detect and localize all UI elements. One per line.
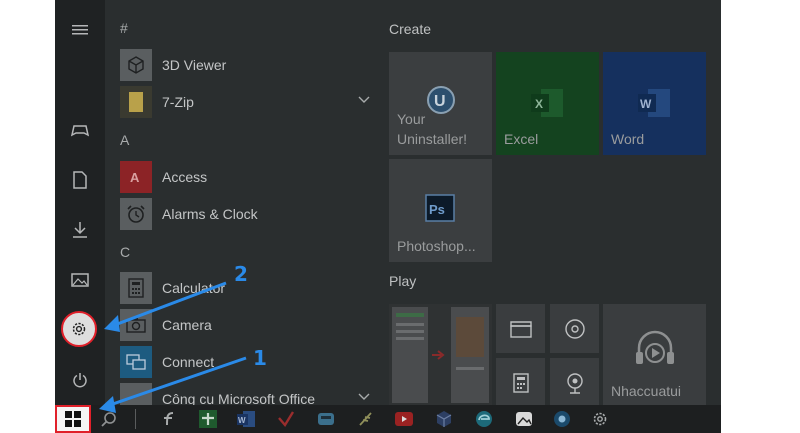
section-letter[interactable]: A xyxy=(120,132,129,148)
movies-icon xyxy=(509,320,532,338)
svg-text:Ps: Ps xyxy=(429,202,445,217)
app-label: Access xyxy=(162,169,208,185)
gamepad-icon[interactable] xyxy=(64,114,96,146)
calculator-icon xyxy=(512,372,529,393)
power-icon[interactable] xyxy=(64,364,96,396)
chevron-down-icon[interactable] xyxy=(358,96,370,104)
callout-number-1: 1 xyxy=(253,346,267,370)
green-cross-icon[interactable] xyxy=(198,409,218,429)
svg-text:A: A xyxy=(130,170,140,185)
section-letter[interactable]: # xyxy=(120,20,128,36)
calculator-icon xyxy=(120,272,152,304)
tile-nhaccuatui[interactable]: Nhaccuatui xyxy=(603,304,706,407)
chevron-down-icon[interactable] xyxy=(358,393,370,401)
edge-legacy-icon[interactable] xyxy=(316,409,336,429)
gear-icon xyxy=(72,322,86,336)
tile-label: Nhaccuatui xyxy=(611,383,682,399)
app-label: Connect xyxy=(162,354,215,370)
photos-icon[interactable] xyxy=(514,409,534,429)
taskbar-divider xyxy=(135,409,136,429)
arrow-right-icon xyxy=(432,350,445,360)
word-taskbar-icon[interactable]: W xyxy=(236,409,256,429)
hamburger-menu-icon[interactable] xyxy=(64,14,96,46)
webcam-icon xyxy=(566,372,583,394)
feather-icon[interactable] xyxy=(356,409,376,429)
tile-label: Your Uninstaller! xyxy=(397,111,468,147)
tile-your-uninstaller[interactable]: U Your Uninstaller! xyxy=(389,52,492,155)
windows-logo-icon xyxy=(65,411,81,427)
pictures-icon[interactable] xyxy=(64,264,96,296)
camera-icon xyxy=(120,309,152,341)
phone-preview-left xyxy=(392,307,428,403)
create-group-title[interactable]: Create xyxy=(389,21,431,37)
svg-text:U: U xyxy=(434,93,446,110)
documents-icon[interactable] xyxy=(64,164,96,196)
play-group-title[interactable]: Play xyxy=(389,273,416,289)
groove-icon xyxy=(564,318,585,339)
cube-icon[interactable] xyxy=(434,409,454,429)
word-icon: W xyxy=(638,89,670,117)
tile-label: Excel xyxy=(504,131,539,147)
access-icon: A xyxy=(120,161,152,193)
start-menu-screen: # 3D Viewer 7-Zip A A Access Alarms & Cl… xyxy=(55,0,721,433)
tile-photoshop[interactable]: Ps Photoshop... xyxy=(389,159,492,262)
tile-calculator[interactable] xyxy=(496,358,545,407)
photoshop-icon: Ps xyxy=(425,194,455,222)
tile-screenshot-preview[interactable] xyxy=(389,304,492,407)
app-label: Camera xyxy=(162,317,212,333)
app-item-camera[interactable]: Camera xyxy=(120,309,370,341)
start-menu-rail xyxy=(55,0,105,405)
tile-movies[interactable] xyxy=(496,304,545,353)
taskbar: W xyxy=(55,405,721,433)
tile-webcam[interactable] xyxy=(550,358,599,407)
app-label: 3D Viewer xyxy=(162,57,227,73)
app-item-3d-viewer[interactable]: 3D Viewer xyxy=(120,49,370,81)
alarm-clock-icon xyxy=(120,198,152,230)
app-label: 7-Zip xyxy=(162,94,194,110)
headphones-play-icon xyxy=(636,330,674,364)
phone-preview-right xyxy=(451,307,489,403)
excel-icon: X xyxy=(531,89,563,117)
edge-icon[interactable] xyxy=(474,409,494,429)
start-button[interactable] xyxy=(55,405,91,433)
gear-icon[interactable] xyxy=(590,409,610,429)
callout-number-2: 2 xyxy=(234,262,248,286)
3d-viewer-icon xyxy=(120,49,152,81)
tile-label: Word xyxy=(611,131,645,147)
app-item-connect[interactable]: Connect xyxy=(120,346,370,378)
downloads-icon[interactable] xyxy=(64,214,96,246)
connect-icon xyxy=(120,346,152,378)
folder-icon xyxy=(120,86,152,118)
chrome-icon[interactable] xyxy=(552,409,572,429)
section-letter[interactable]: C xyxy=(120,244,130,260)
app-item-access[interactable]: A Access xyxy=(120,161,370,193)
app-item-7-zip[interactable]: 7-Zip xyxy=(120,86,370,118)
red-check-icon[interactable] xyxy=(276,409,296,429)
tile-label: Photoshop... xyxy=(397,238,476,254)
tile-groove-music[interactable] xyxy=(550,304,599,353)
tile-word[interactable]: W Word xyxy=(603,52,706,155)
app-f-icon[interactable] xyxy=(159,409,179,429)
svg-text:W: W xyxy=(238,416,246,425)
search-icon[interactable] xyxy=(99,409,119,429)
svg-text:W: W xyxy=(640,97,652,111)
settings-button[interactable] xyxy=(61,311,97,347)
youtube-icon[interactable] xyxy=(394,409,414,429)
app-item-alarms-clock[interactable]: Alarms & Clock xyxy=(120,198,370,230)
tile-excel[interactable]: X Excel xyxy=(496,52,599,155)
svg-text:X: X xyxy=(535,97,543,111)
app-label: Calculator xyxy=(162,280,226,296)
app-label: Alarms & Clock xyxy=(162,206,258,222)
